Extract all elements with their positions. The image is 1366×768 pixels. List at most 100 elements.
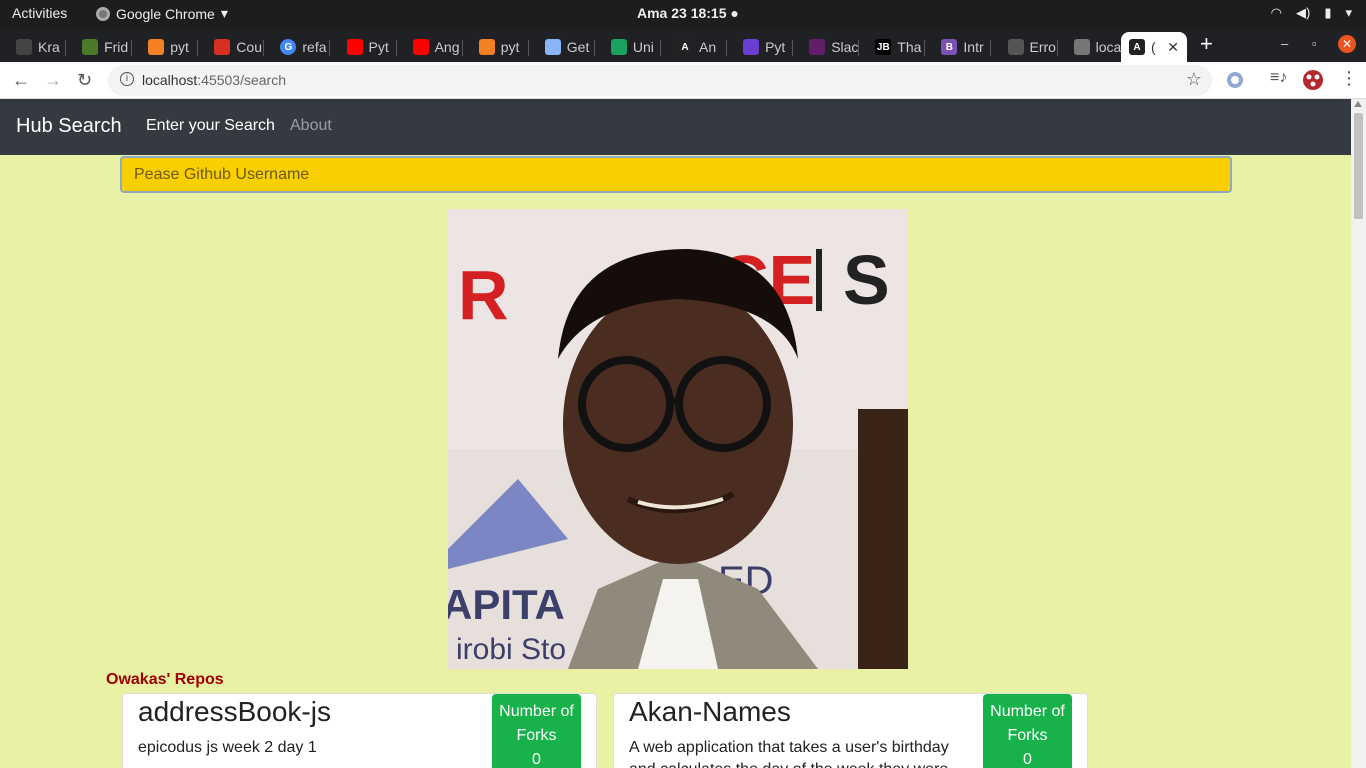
forks-count: 0 xyxy=(532,751,541,768)
browser-tab[interactable]: Ang xyxy=(397,32,463,62)
close-tab-icon[interactable]: ✕ xyxy=(1167,39,1179,56)
browser-tab[interactable]: Erro xyxy=(992,32,1058,62)
error-icon xyxy=(1007,39,1024,55)
browser-tab[interactable]: Frid xyxy=(66,32,133,62)
media-control-icon[interactable]: ≡♪ xyxy=(1270,69,1287,87)
tab-title: ( xyxy=(1151,39,1156,55)
minimize-button[interactable]: – xyxy=(1281,36,1288,51)
app-name: Google Chrome xyxy=(116,5,215,22)
volume-icon: ◀) xyxy=(1295,5,1311,20)
repo-card[interactable]: Akan-Names A web application that takes … xyxy=(613,693,1088,768)
activities-button[interactable]: Activities xyxy=(12,5,67,21)
jetbrains-icon: JB xyxy=(875,39,892,55)
app-menu[interactable]: Google Chrome ▾ xyxy=(96,5,228,22)
nav-link-about[interactable]: About xyxy=(290,117,332,135)
browser-tab[interactable]: pyt xyxy=(463,32,529,62)
tab-title: Erro xyxy=(1029,39,1056,55)
browser-tab[interactable]: Kra xyxy=(0,32,67,62)
browser-tab[interactable]: pyt xyxy=(132,32,199,62)
globe-icon xyxy=(1073,39,1090,55)
page-scrollbar[interactable] xyxy=(1351,99,1366,768)
new-tab-button[interactable]: + xyxy=(1200,31,1213,57)
extension-icon[interactable] xyxy=(1226,71,1244,94)
bookmark-star-icon[interactable]: ☆ xyxy=(1186,69,1202,90)
tab-title: Pyt xyxy=(368,39,389,55)
forks-count: 0 xyxy=(1023,751,1032,768)
browser-tab[interactable]: Grefa xyxy=(264,32,331,62)
repo-description: A web application that takes a user's bi… xyxy=(629,739,949,768)
browser-tab[interactable]: A An xyxy=(661,32,728,62)
browser-tab[interactable]: Slac xyxy=(793,32,860,62)
tab-title: Ang xyxy=(434,39,460,55)
tab-title: Tha xyxy=(897,39,922,55)
nav-link-search[interactable]: Enter your Search xyxy=(146,117,275,135)
slack-icon xyxy=(809,39,826,55)
tab-title: Pyt xyxy=(765,39,786,55)
browser-tab[interactable]: Pyt xyxy=(331,32,397,62)
forks-label: Number of Forks xyxy=(990,703,1065,744)
repo-name[interactable]: Akan-Names xyxy=(629,696,791,728)
tab-title: Uni xyxy=(632,39,654,55)
forks-label: Number of Forks xyxy=(499,703,574,744)
angular-icon: A xyxy=(1129,39,1145,55)
browser-tab[interactable]: Pyt xyxy=(727,32,794,62)
system-top-bar: Activities Google Chrome ▾ Ama 23 18:15 … xyxy=(0,0,1366,28)
forward-button[interactable]: → xyxy=(44,70,62,91)
tab-title: An xyxy=(699,39,717,55)
tab-title: Slac xyxy=(831,39,859,55)
reload-button[interactable]: ↻ xyxy=(77,70,92,91)
tab-title: Cou xyxy=(236,39,262,55)
app-navbar: Hub Search Enter your Search About xyxy=(0,99,1351,155)
svg-text:R: R xyxy=(458,256,509,334)
infinity-icon xyxy=(610,39,627,55)
tab-title: refa xyxy=(302,39,327,55)
scroll-up-arrow[interactable] xyxy=(1354,101,1362,107)
battery-icon: ▮ xyxy=(1324,5,1332,20)
tab-title: Intr xyxy=(963,39,984,55)
browser-tab[interactable]: Cou xyxy=(198,32,265,62)
navbar-brand[interactable]: Hub Search xyxy=(16,115,122,138)
wifi-icon: ◠ xyxy=(1270,5,1282,20)
tab-title: pyt xyxy=(500,39,520,55)
gmail-icon xyxy=(214,39,231,55)
browser-tab[interactable]: B Intr xyxy=(925,32,992,62)
forks-badge: Number of Forks 0 xyxy=(492,694,581,768)
clock-label: Ama 23 18:15 xyxy=(637,5,727,21)
svg-text:APITA: APITA xyxy=(448,581,565,628)
tab-title: Get xyxy=(566,39,590,55)
chrome-icon xyxy=(96,6,110,21)
palm-icon xyxy=(82,39,99,55)
github-icon xyxy=(16,39,32,55)
chevron-down-icon: ▾ xyxy=(220,5,228,21)
svg-text:irobi Sto: irobi Sto xyxy=(456,633,566,666)
clock[interactable]: Ama 23 18:15 ● xyxy=(637,5,739,21)
info-icon[interactable]: i xyxy=(120,72,134,86)
url-host: localhost xyxy=(142,72,198,88)
close-window-button[interactable]: ✕ xyxy=(1338,35,1356,53)
tab-title: Frid xyxy=(104,39,129,55)
url-path: :45503/search xyxy=(197,72,286,88)
browser-tab[interactable]: Uni xyxy=(595,32,661,62)
address-bar[interactable]: i localhost:45503/search ☆ xyxy=(108,65,1212,96)
repo-name[interactable]: addressBook-js xyxy=(138,696,331,728)
browser-tab[interactable]: A ( ✕ xyxy=(1121,32,1187,62)
page-content: Hub Search Enter your Search About R CE … xyxy=(0,99,1351,768)
chevron-down-icon: ▾ xyxy=(1345,5,1352,20)
stackoverflow-icon xyxy=(478,39,495,55)
system-tray[interactable]: ◠ ◀) ▮ ▾ xyxy=(1271,5,1352,21)
browser-tab[interactable]: JB Tha xyxy=(859,32,926,62)
tab-title: loca xyxy=(1095,39,1122,55)
scrollbar-thumb[interactable] xyxy=(1354,113,1363,219)
back-button[interactable]: ← xyxy=(12,70,30,91)
profile-avatar[interactable] xyxy=(1302,69,1324,96)
youtube-icon xyxy=(412,39,429,55)
tab-title: Kra xyxy=(38,39,60,55)
menu-kebab-icon[interactable]: ⋮ xyxy=(1340,68,1358,89)
user-avatar: R CE S APITA ED irobi Sto xyxy=(448,209,908,669)
maximize-button[interactable]: ▫ xyxy=(1312,36,1317,51)
browser-tab[interactable]: loca xyxy=(1058,32,1124,62)
username-search-input[interactable] xyxy=(120,156,1232,193)
repo-card[interactable]: addressBook-js epicodus js week 2 day 1 … xyxy=(122,693,597,768)
browser-tab[interactable]: Get xyxy=(529,32,595,62)
angular-icon: A xyxy=(677,39,693,55)
